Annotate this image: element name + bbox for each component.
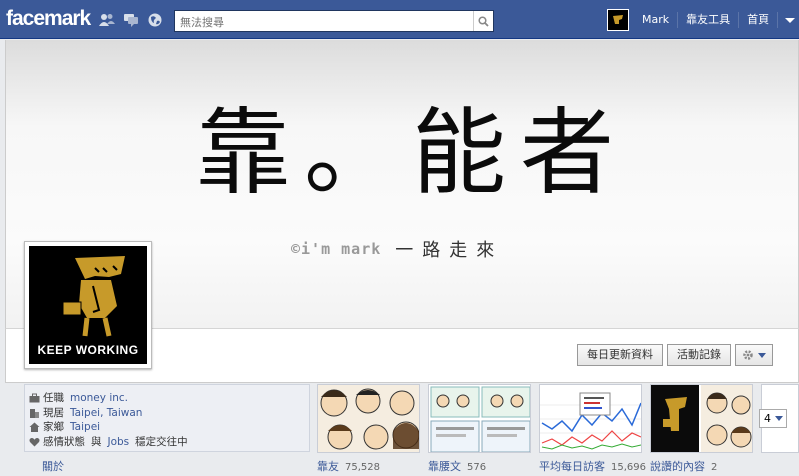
more-apps-dropdown[interactable]: 4 [759, 409, 787, 428]
nav-friend-tools[interactable]: 靠友工具 [678, 12, 740, 28]
cover-title: 靠。能者 [196, 99, 629, 208]
top-nav: Mark 靠友工具 首頁 [607, 9, 796, 31]
keep-working-illustration [62, 256, 125, 337]
about-home-link[interactable]: Taipei [70, 420, 100, 435]
chevron-down-icon [758, 352, 766, 358]
about-work: 任職 money inc. [29, 391, 309, 406]
chevron-down-icon [775, 416, 783, 421]
likes-collage-image [651, 385, 752, 452]
profile-image: KEEP WORKING [29, 246, 147, 364]
avatar[interactable] [607, 9, 629, 31]
about-link[interactable]: 關於 [42, 458, 64, 474]
about-work-link[interactable]: money inc. [70, 391, 128, 406]
profile-actions: 每日更新資料 活動記錄 [573, 344, 773, 366]
search-icon [478, 15, 489, 27]
messages-icon[interactable] [123, 13, 139, 27]
search-button[interactable] [473, 11, 493, 31]
about-relationship: 感情狀態 與 Jobs 穩定交往中 [29, 435, 309, 450]
app-likes-thumb[interactable] [650, 384, 753, 453]
app-posts-thumb[interactable] [428, 384, 531, 453]
nav-home[interactable]: 首頁 [739, 12, 779, 28]
cover-subtitle: ©i'm mark 一路走來 [291, 236, 503, 262]
about-lives: 現居 Taipei, Taiwan [29, 406, 309, 421]
app-friends-label[interactable]: 靠友 75,528 [317, 458, 380, 474]
app-posts-label[interactable]: 靠腰文 576 [428, 458, 486, 474]
briefcase-icon [29, 393, 40, 403]
jewels [99, 13, 163, 27]
nav-user[interactable]: Mark [634, 12, 679, 28]
about-home: 家鄉 Taipei [29, 420, 309, 435]
search-box[interactable] [174, 10, 494, 33]
globe-icon[interactable] [147, 13, 163, 27]
friends-collage-image [318, 385, 419, 452]
profile-picture[interactable]: KEEP WORKING [24, 241, 152, 369]
top-bar: facemark Mark 靠友工具 首頁 [0, 0, 799, 39]
about-relationship-link[interactable]: Jobs [108, 435, 130, 450]
more-apps-box: 4 [759, 384, 799, 453]
gear-icon [743, 350, 753, 360]
app-visitors-label[interactable]: 平均每日訪客 15,696 [539, 458, 646, 474]
profile-caption: KEEP WORKING [37, 343, 139, 357]
settings-menu-button[interactable] [735, 344, 773, 366]
update-info-button[interactable]: 每日更新資料 [577, 344, 663, 366]
search-input[interactable] [175, 12, 470, 33]
visitors-chart-image [540, 385, 641, 452]
comic-strip-image [429, 385, 530, 452]
about-lives-link[interactable]: Taipei, Taiwan [70, 406, 142, 421]
activity-log-button[interactable]: 活動記錄 [667, 344, 731, 366]
about-box: 任職 money inc. 現居 Taipei, Taiwan 家鄉 Taipe… [24, 384, 310, 452]
logo[interactable]: facemark [6, 7, 91, 31]
friends-icon[interactable] [99, 13, 115, 27]
cover-signature: ©i'm mark [291, 240, 382, 258]
heart-icon [29, 437, 40, 447]
home-icon [29, 422, 40, 433]
account-menu-chevron-down-icon[interactable] [785, 17, 796, 23]
cover-slogan: 一路走來 [395, 240, 504, 261]
app-likes-label[interactable]: 說讚的內容 2 [650, 458, 717, 474]
app-friends-thumb[interactable] [317, 384, 420, 453]
building-icon [30, 408, 39, 418]
app-visitors-thumb[interactable] [539, 384, 642, 453]
